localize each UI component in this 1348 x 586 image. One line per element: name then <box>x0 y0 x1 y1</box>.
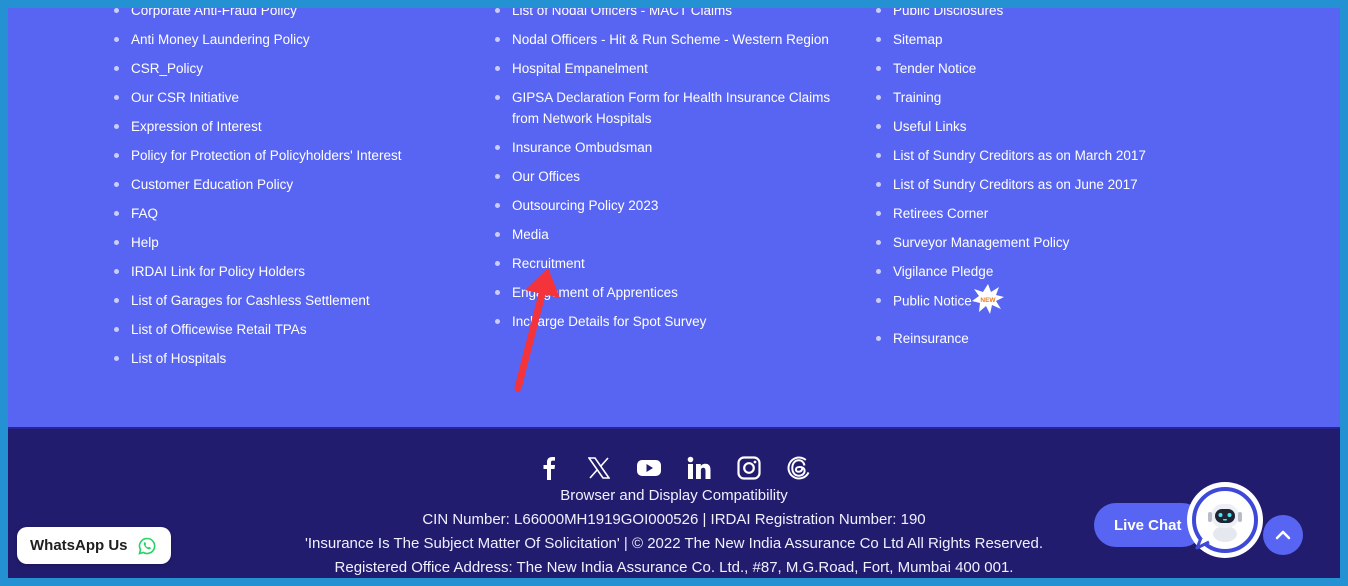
link-gipsa-declaration-form[interactable]: GIPSA Declaration Form for Health Insura… <box>495 87 840 129</box>
whatsapp-button[interactable]: WhatsApp Us <box>17 527 171 564</box>
link-nodal-officers-hit-run[interactable]: Nodal Officers - Hit & Run Scheme - West… <box>495 29 840 50</box>
link-engagement-of-apprentices[interactable]: Engagement of Apprentices <box>495 282 840 303</box>
chatbot-robot-icon <box>1192 487 1258 553</box>
link-list-of-hospitals[interactable]: List of Hospitals <box>114 348 401 369</box>
facebook-icon[interactable] <box>536 455 562 481</box>
social-links <box>8 455 1340 481</box>
links-column-1: Corporate Anti-Fraud Policy Anti Money L… <box>114 8 401 377</box>
link-training[interactable]: Training <box>876 87 1146 108</box>
link-anti-money-laundering-policy[interactable]: Anti Money Laundering Policy <box>114 29 401 50</box>
scroll-to-top-button[interactable] <box>1263 515 1303 555</box>
link-our-csr-initiative[interactable]: Our CSR Initiative <box>114 87 401 108</box>
link-hospital-empanelment[interactable]: Hospital Empanelment <box>495 58 840 79</box>
link-nodal-officers-mact[interactable]: List of Nodal Officers - MACT Claims <box>495 8 840 21</box>
link-outsourcing-policy[interactable]: Outsourcing Policy 2023 <box>495 195 840 216</box>
link-public-notice-label: Public Notice <box>893 293 972 309</box>
x-twitter-icon[interactable] <box>586 455 612 481</box>
link-useful-links[interactable]: Useful Links <box>876 116 1146 137</box>
link-sundry-creditors-june-2017[interactable]: List of Sundry Creditors as on June 2017 <box>876 174 1146 195</box>
link-our-offices[interactable]: Our Offices <box>495 166 840 187</box>
link-public-notice[interactable]: Public Notice NEW <box>876 284 1146 314</box>
link-tender-notice[interactable]: Tender Notice <box>876 58 1146 79</box>
link-customer-education-policy[interactable]: Customer Education Policy <box>114 174 401 195</box>
link-csr-policy[interactable]: CSR_Policy <box>114 58 401 79</box>
link-garages-cashless[interactable]: List of Garages for Cashless Settlement <box>114 290 401 311</box>
link-retirees-corner[interactable]: Retirees Corner <box>876 203 1146 224</box>
link-corporate-anti-fraud-policy[interactable]: Corporate Anti-Fraud Policy <box>114 8 401 21</box>
link-faq[interactable]: FAQ <box>114 203 401 224</box>
link-public-disclosures[interactable]: Public Disclosures <box>876 8 1146 21</box>
youtube-icon[interactable] <box>636 455 662 481</box>
page-frame: Corporate Anti-Fraud Policy Anti Money L… <box>8 8 1340 578</box>
threads-icon[interactable] <box>786 455 812 481</box>
chatbot-avatar-button[interactable] <box>1187 482 1263 558</box>
link-irdai-link[interactable]: IRDAI Link for Policy Holders <box>114 261 401 282</box>
chevron-up-icon <box>1275 530 1291 540</box>
link-officewise-tpas[interactable]: List of Officewise Retail TPAs <box>114 319 401 340</box>
linkedin-icon[interactable] <box>686 455 712 481</box>
footer-links-section: Corporate Anti-Fraud Policy Anti Money L… <box>8 8 1340 427</box>
link-expression-of-interest[interactable]: Expression of Interest <box>114 116 401 137</box>
link-policyholders-interest[interactable]: Policy for Protection of Policyholders' … <box>114 145 401 166</box>
link-vigilance-pledge[interactable]: Vigilance Pledge <box>876 261 1146 282</box>
new-badge-icon: NEW <box>971 284 1004 314</box>
link-reinsurance[interactable]: Reinsurance <box>876 328 1146 349</box>
link-media[interactable]: Media <box>495 224 840 245</box>
link-sitemap[interactable]: Sitemap <box>876 29 1146 50</box>
live-chat-label: Live Chat <box>1114 516 1182 534</box>
new-badge-text: NEW <box>980 297 996 304</box>
links-column-2: List of Nodal Officers - MACT Claims Nod… <box>495 8 840 340</box>
whatsapp-icon <box>137 537 156 555</box>
link-insurance-ombudsman[interactable]: Insurance Ombudsman <box>495 137 840 158</box>
link-help[interactable]: Help <box>114 232 401 253</box>
link-surveyor-management-policy[interactable]: Surveyor Management Policy <box>876 232 1146 253</box>
links-column-3: Public Disclosures Sitemap Tender Notice… <box>876 8 1146 357</box>
link-recruitment[interactable]: Recruitment <box>495 253 840 274</box>
browser-compatibility-link[interactable]: Browser and Display Compatibility <box>8 487 1340 504</box>
whatsapp-label: WhatsApp Us <box>30 537 128 554</box>
link-incharge-spot-survey[interactable]: Incharge Details for Spot Survey <box>495 311 840 332</box>
instagram-icon[interactable] <box>736 455 762 481</box>
registered-address-text: Registered Office Address: The New India… <box>334 559 1014 576</box>
link-sundry-creditors-march-2017[interactable]: List of Sundry Creditors as on March 201… <box>876 145 1146 166</box>
